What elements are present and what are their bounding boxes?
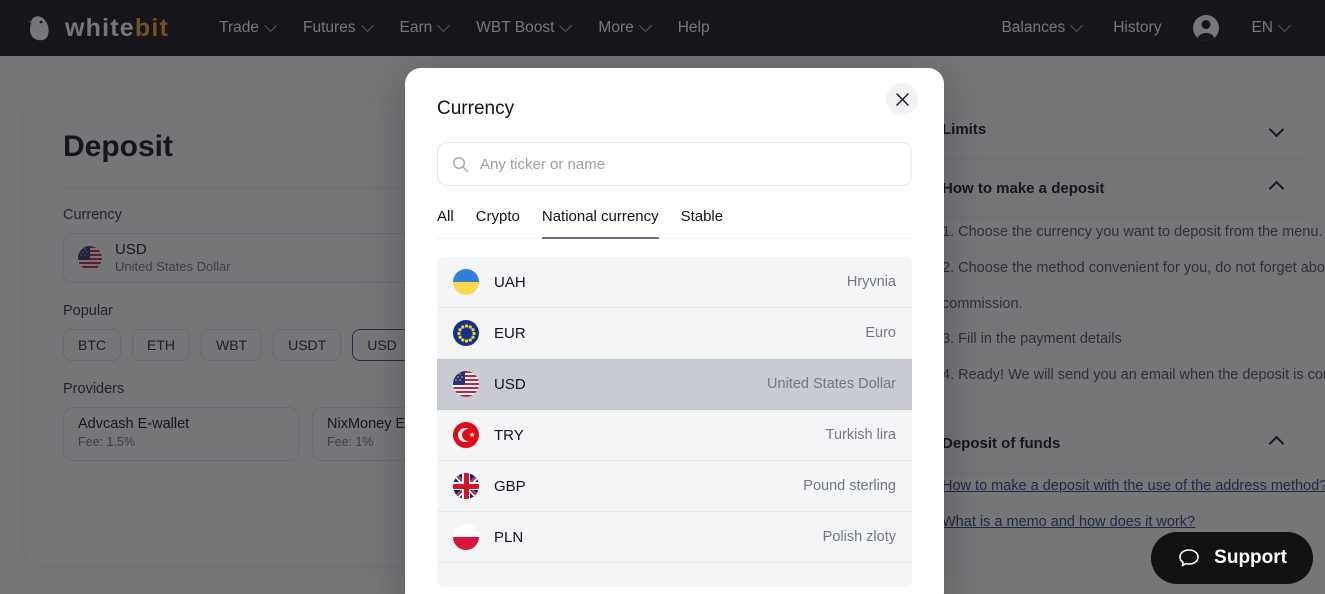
currency-list-item-try[interactable]: ★ TRY Turkish lira [437,410,912,461]
search-box[interactable] [437,142,912,186]
currency-list-item-eur[interactable]: EUR Euro [437,308,912,359]
currency-list-item-gbp[interactable]: GBP Pound sterling [437,461,912,512]
currency-ticker: TRY [494,426,524,444]
currency-filter-tabs: All Crypto National currency Stable [437,208,912,239]
currency-list-item-pln[interactable]: PLN Polish zloty [437,512,912,563]
flag-gbp-icon [453,473,479,499]
currency-ticker: USD [494,375,526,393]
app-root: whitebit Trade Futures Earn WBT Boost Mo… [0,0,1325,594]
currency-ticker: EUR [494,324,526,342]
currency-name: Hryvnia [846,274,896,290]
flag-uah-icon [453,269,479,295]
search-icon [452,156,469,172]
currency-name: Euro [865,325,896,341]
search-input[interactable] [480,155,897,173]
tab-crypto[interactable]: Crypto [476,208,520,239]
support-button-label: Support [1214,547,1287,568]
currency-modal: Currency All Crypto National currency St… [405,68,944,594]
flag-usd-icon [453,371,479,397]
flag-eur-icon [453,320,479,346]
currency-list-item-usd[interactable]: USD United States Dollar [437,359,912,410]
flag-try-icon: ★ [453,422,479,448]
currency-list-item-uah[interactable]: UAH Hryvnia [437,257,912,308]
support-button[interactable]: Support [1151,532,1313,584]
modal-header: Currency [405,68,944,120]
currency-ticker: UAH [494,273,526,291]
tab-all[interactable]: All [437,208,454,239]
currency-name: Turkish lira [825,427,896,443]
currency-name: Polish zloty [822,529,896,545]
chat-bubble-icon [1179,549,1199,567]
currency-name: United States Dollar [767,376,896,392]
tab-stable[interactable]: Stable [681,208,724,239]
currency-ticker: PLN [494,528,524,546]
close-button[interactable] [886,83,918,115]
currency-ticker: GBP [494,477,526,495]
tab-national-currency[interactable]: National currency [541,208,659,239]
currency-list[interactable]: UAH Hryvnia EUR Euro USD United States D… [437,257,912,587]
modal-title: Currency [437,98,515,119]
currency-name: Pound sterling [803,478,896,494]
close-icon [895,92,909,106]
flag-pln-icon [453,524,479,550]
